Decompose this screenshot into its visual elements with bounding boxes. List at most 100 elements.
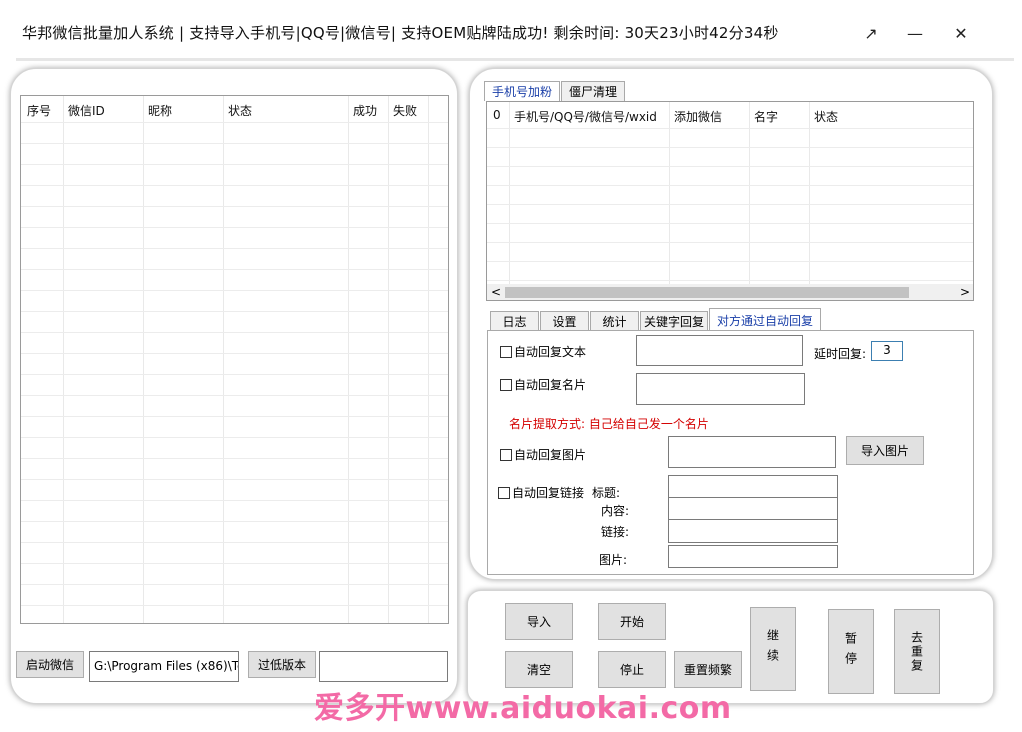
checkbox-label: 自动回复链接: [512, 486, 585, 500]
close-icon[interactable]: ✕: [948, 22, 974, 48]
grid-line: [21, 227, 448, 228]
column-header-name[interactable]: 名字: [754, 108, 778, 125]
scroll-right-icon[interactable]: >: [960, 285, 970, 299]
grid-line: [487, 204, 973, 205]
link-title-field[interactable]: [668, 475, 838, 498]
link-image-label: 图片:: [599, 553, 628, 567]
window-title: 华邦微信批量加人系统 | 支持导入手机号|QQ号|微信号| 支持OEM贴牌陆成功…: [22, 24, 779, 42]
column-divider: [348, 96, 349, 623]
wechat-path-field[interactable]: G:\Program Files (x86)\Te: [89, 651, 239, 682]
restore-icon[interactable]: ↗: [858, 22, 884, 48]
scroll-thumb[interactable]: [505, 287, 909, 298]
column-header-index[interactable]: 0: [493, 108, 501, 122]
delay-label: 延时回复:: [814, 347, 867, 361]
column-divider: [509, 102, 510, 300]
grid-line: [21, 185, 448, 186]
grid-line: [21, 206, 448, 207]
column-divider: [749, 102, 750, 300]
grid-line: [487, 223, 973, 224]
grid-line: [21, 521, 448, 522]
grid-line: [21, 395, 448, 396]
checkbox-box[interactable]: [500, 345, 512, 358]
grid-line: [487, 128, 973, 129]
start-button[interactable]: 开始: [598, 603, 666, 640]
column-header-status[interactable]: 状态: [228, 102, 252, 119]
tab-add-phone[interactable]: 手机号加粉: [484, 81, 560, 101]
title-divider: [16, 58, 1014, 61]
image-field[interactable]: [668, 436, 836, 468]
tab-keyword-reply[interactable]: 关键字回复: [640, 311, 708, 331]
table-header: 序号 微信ID 昵称 状态 成功 失败: [21, 96, 448, 122]
checkbox-box[interactable]: [498, 486, 510, 499]
column-header-status[interactable]: 状态: [814, 108, 838, 125]
grid-line: [21, 458, 448, 459]
contact-table[interactable]: 0 手机号/QQ号/微信号/wxid 添加微信 名字 状态 < >: [486, 101, 974, 301]
column-header-fail[interactable]: 失败: [393, 102, 417, 119]
grid-line: [487, 261, 973, 262]
column-header-nickname[interactable]: 昵称: [148, 102, 172, 119]
tab-stats[interactable]: 统计: [590, 311, 639, 331]
grid-line: [21, 500, 448, 501]
link-content-field[interactable]: [668, 497, 838, 520]
grid-line: [21, 164, 448, 165]
grid-line: [21, 353, 448, 354]
grid-line: [21, 605, 448, 606]
dedupe-button[interactable]: 去重复: [894, 609, 940, 694]
tab-zombie-cleanup[interactable]: 僵尸清理: [561, 81, 625, 101]
auto-reply-image-checkbox[interactable]: 自动回复图片: [500, 446, 586, 463]
launch-wechat-button[interactable]: 启动微信: [16, 651, 84, 678]
card-field[interactable]: [636, 373, 805, 405]
auto-reply-card-checkbox[interactable]: 自动回复名片: [500, 376, 586, 393]
column-divider: [143, 96, 144, 623]
checkbox-label: 自动回复图片: [514, 448, 587, 462]
grid-line: [21, 311, 448, 312]
link-title-label: 标题:: [592, 486, 621, 500]
auto-reply-text-checkbox[interactable]: 自动回复文本: [500, 343, 586, 360]
horizontal-scrollbar[interactable]: < >: [487, 284, 973, 300]
grid-line: [487, 185, 973, 186]
checkbox-box[interactable]: [500, 378, 512, 391]
grid-line: [21, 269, 448, 270]
column-divider: [809, 102, 810, 300]
link-image-field[interactable]: [668, 545, 838, 568]
pause-button[interactable]: 暂停: [828, 609, 874, 694]
grid-line: [487, 166, 973, 167]
column-divider: [669, 102, 670, 300]
column-header-account[interactable]: 手机号/QQ号/微信号/wxid: [514, 108, 657, 125]
account-table[interactable]: 序号 微信ID 昵称 状态 成功 失败: [20, 95, 449, 624]
grid-line: [21, 143, 448, 144]
extra-input[interactable]: [319, 651, 448, 682]
grid-line: [21, 437, 448, 438]
link-url-field[interactable]: [668, 519, 838, 543]
grid-line: [21, 374, 448, 375]
grid-line: [487, 280, 973, 281]
grid-line: [21, 584, 448, 585]
link-content-label: 内容:: [601, 504, 630, 518]
checkbox-label: 自动回复名片: [514, 378, 587, 392]
column-header-add-wechat[interactable]: 添加微信: [674, 108, 722, 125]
grid-line: [21, 332, 448, 333]
grid-line: [487, 147, 973, 148]
tab-log[interactable]: 日志: [490, 311, 539, 331]
auto-reply-link-checkbox[interactable]: 自动回复链接: [498, 484, 584, 501]
import-button[interactable]: 导入: [505, 603, 573, 640]
column-header-success[interactable]: 成功: [353, 102, 377, 119]
delay-input[interactable]: 3: [871, 341, 903, 361]
column-divider: [428, 96, 429, 623]
grid-line: [21, 563, 448, 564]
reply-text-field[interactable]: [636, 335, 803, 366]
scroll-left-icon[interactable]: <: [491, 285, 501, 299]
import-image-button[interactable]: 导入图片: [846, 436, 924, 465]
tab-auto-reply[interactable]: 对方通过自动回复: [709, 308, 821, 331]
low-version-button[interactable]: 过低版本: [248, 651, 316, 678]
minimize-icon[interactable]: —: [902, 22, 928, 48]
column-header-wechat-id[interactable]: 微信ID: [68, 102, 105, 119]
tab-settings[interactable]: 设置: [540, 311, 589, 331]
checkbox-box[interactable]: [500, 448, 512, 461]
continue-button[interactable]: 继续: [750, 607, 796, 691]
column-header-index[interactable]: 序号: [27, 102, 51, 119]
checkbox-label: 自动回复文本: [514, 345, 587, 359]
link-url-label: 链接:: [601, 525, 630, 539]
watermark: 爱多开www.aiduokai.com: [314, 691, 732, 726]
grid-line: [21, 479, 448, 480]
